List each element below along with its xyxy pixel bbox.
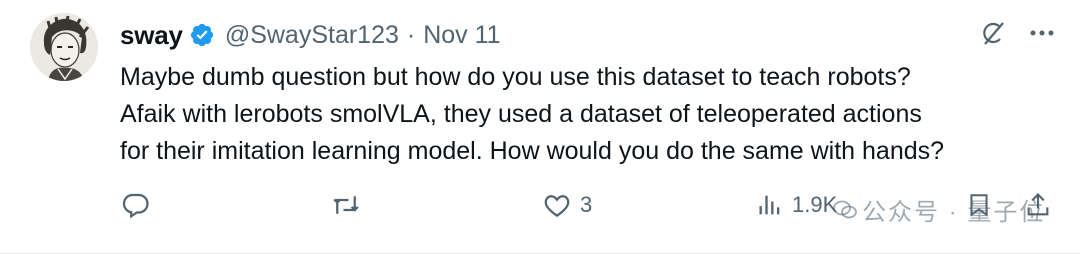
- separator-dot: ·: [406, 20, 416, 49]
- avatar-image: [30, 13, 98, 81]
- grok-icon[interactable]: [978, 18, 1008, 48]
- retweet-icon: [333, 196, 359, 214]
- tweet-date[interactable]: Nov 11: [423, 21, 500, 50]
- bookmark-icon: [970, 194, 988, 217]
- tweet-text-line: for their imitation learning model. How …: [120, 137, 945, 165]
- views-icon: [759, 195, 780, 215]
- share-icon: [1027, 193, 1049, 216]
- verified-badge-icon: [189, 22, 215, 48]
- view-count: 1.9K: [792, 192, 838, 217]
- like-icon: [544, 195, 570, 217]
- tweet-header: sway @SwayStar123 · Nov 11: [120, 18, 501, 52]
- views-button[interactable]: 1.9K: [756, 190, 837, 220]
- top-actions: [978, 18, 1056, 48]
- tweet-text-line: Maybe dumb question but how do you use t…: [120, 63, 911, 91]
- tweet-text-line: Afaik with lerobots smolVLA, they used a…: [120, 100, 922, 128]
- bookmark-button[interactable]: [966, 190, 992, 220]
- like-count: 3: [580, 192, 593, 217]
- more-icon[interactable]: [1028, 19, 1056, 47]
- author-name[interactable]: sway: [120, 20, 183, 51]
- like-button[interactable]: 3: [542, 190, 592, 220]
- share-button[interactable]: [1024, 190, 1052, 220]
- tweet-text: Maybe dumb question but how do you use t…: [120, 59, 1060, 170]
- tweet-card[interactable]: sway @SwayStar123 · Nov 11 Maybe dumb qu…: [0, 0, 1080, 254]
- reply-button[interactable]: [120, 190, 158, 220]
- reply-icon: [122, 193, 149, 219]
- retweet-button[interactable]: [330, 190, 370, 220]
- action-bar: 3 1.9K: [0, 186, 1080, 226]
- author-handle[interactable]: @SwayStar123: [225, 21, 399, 50]
- avatar[interactable]: [30, 13, 98, 81]
